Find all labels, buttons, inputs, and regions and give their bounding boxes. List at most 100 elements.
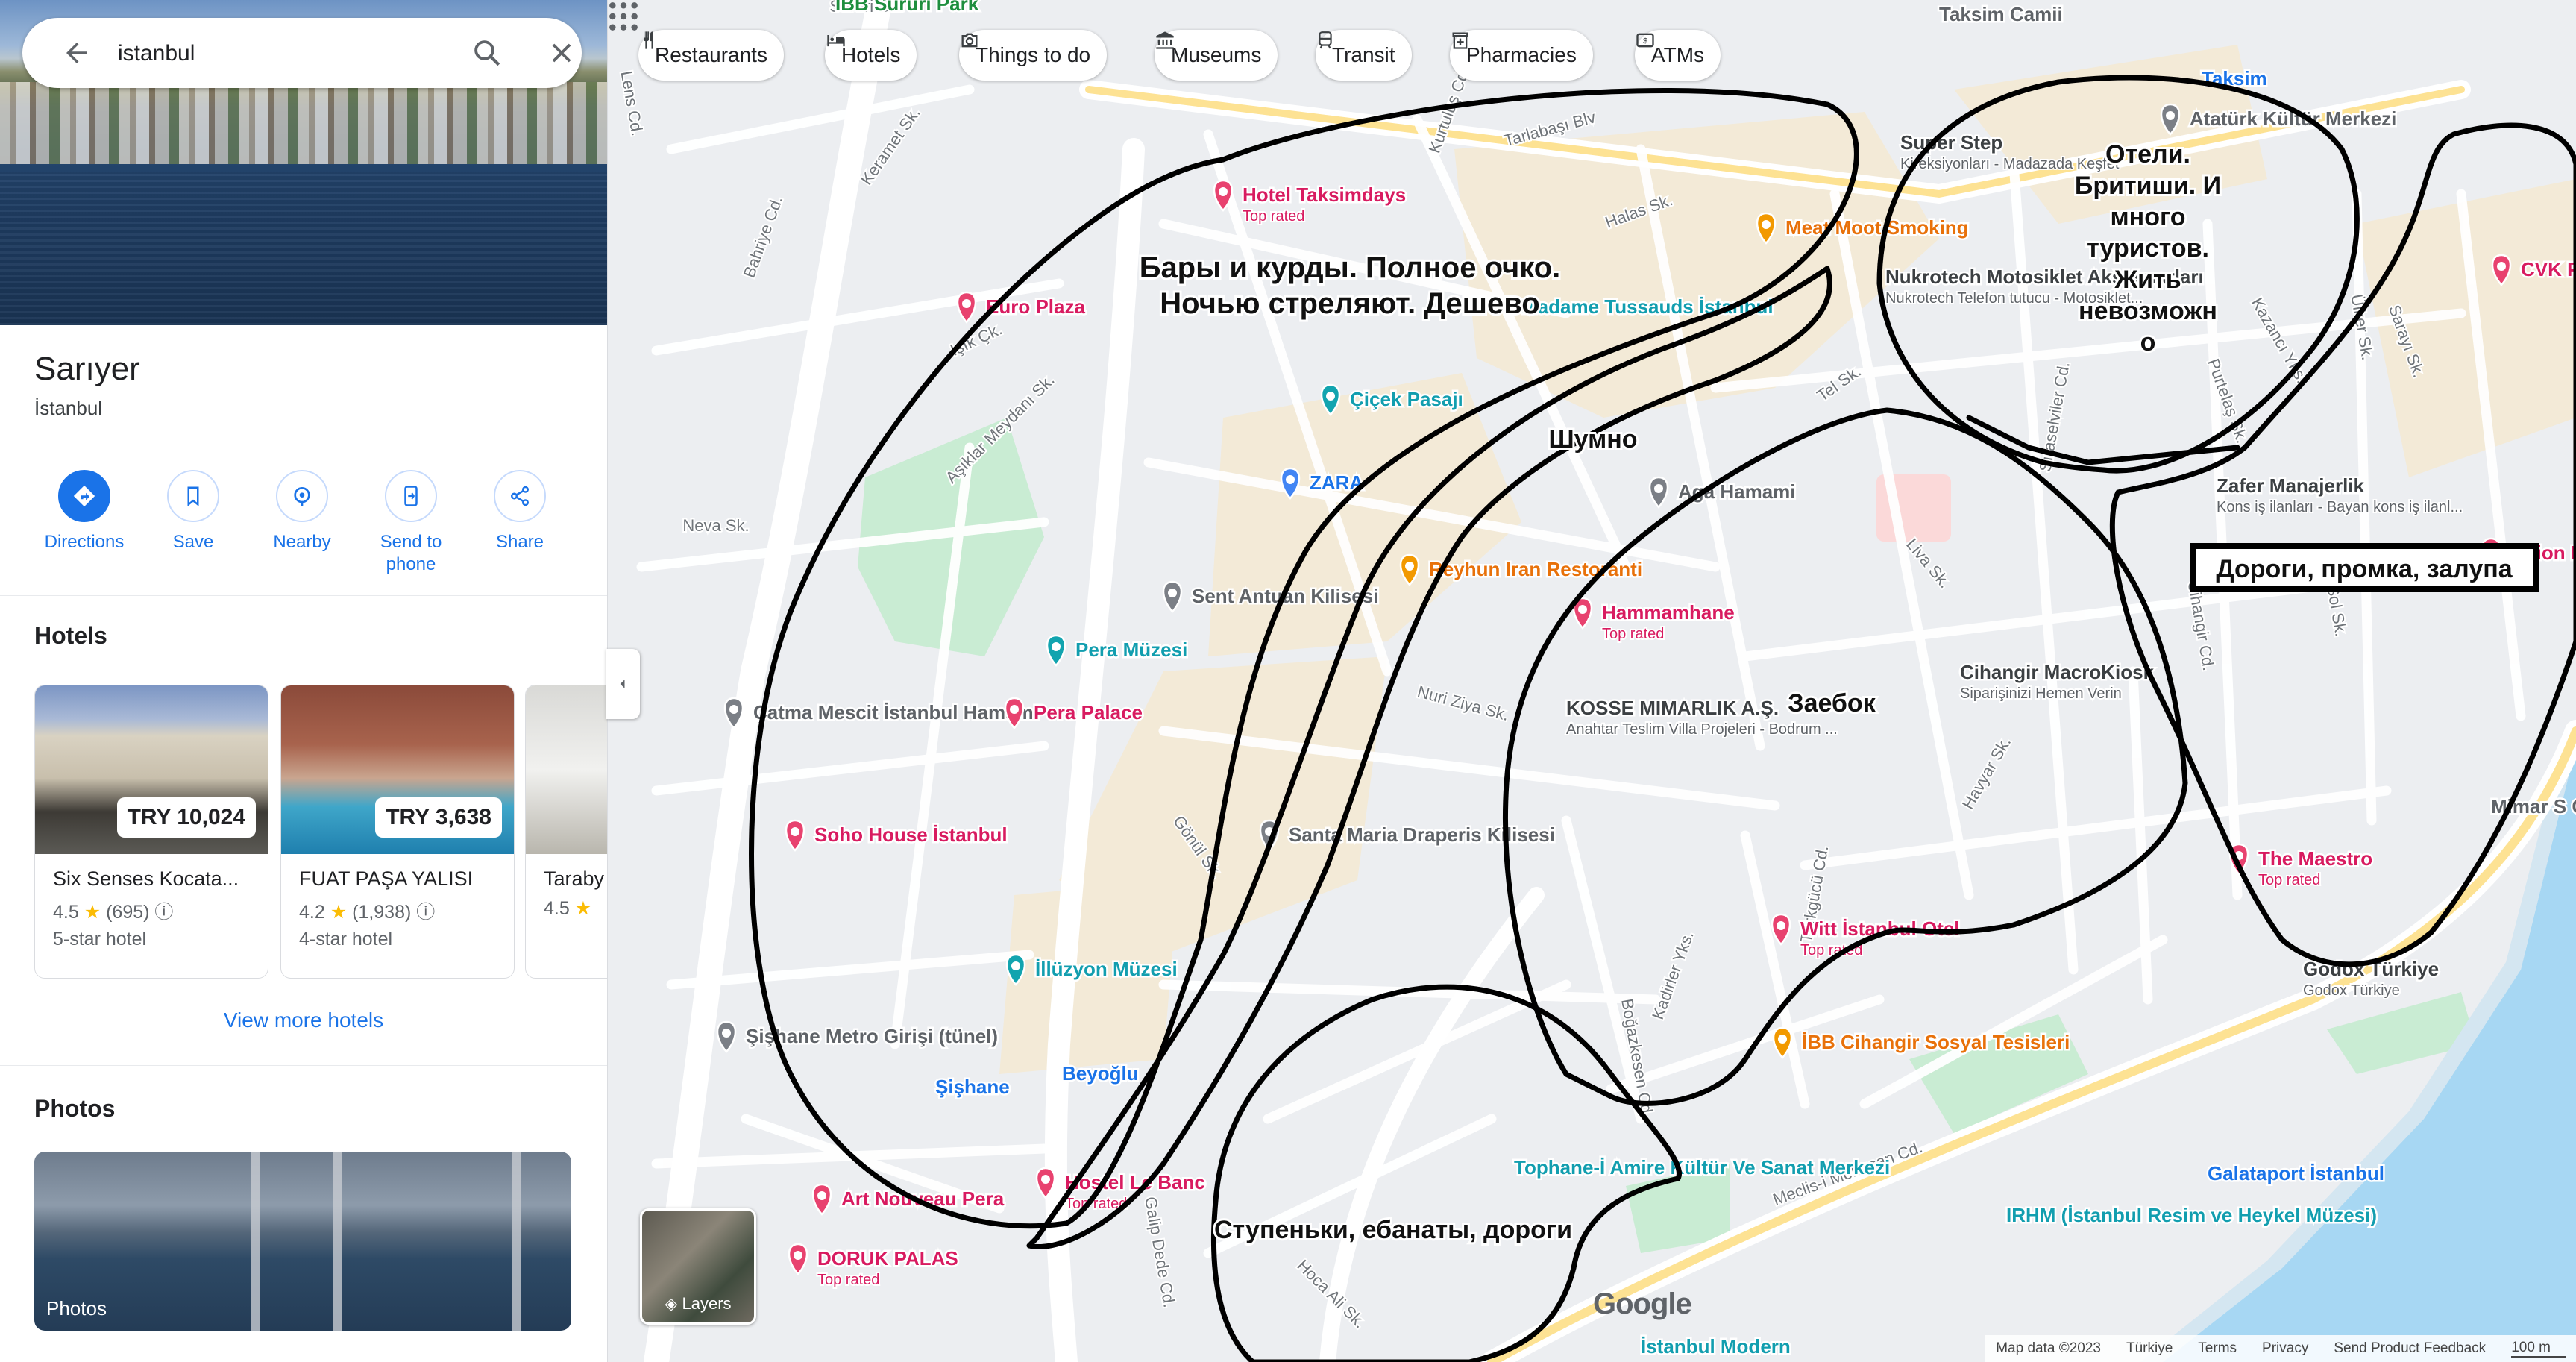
hotel-price: TRY 3,638 [375, 797, 502, 838]
directions-label: Directions [44, 532, 125, 552]
annotation-note: Ступеньки, ебанаты, дороги [1212, 1214, 1574, 1246]
phone-icon [404, 486, 418, 506]
poi-label: Hostel Le Banc [1065, 1171, 1205, 1193]
pin-dot [1654, 484, 1663, 493]
hotel-rating: 4.5 ★ (695) ⓘ [53, 897, 173, 924]
annotation-line: Дороги, промка, залупа [2216, 555, 2513, 583]
pin-dot [1326, 392, 1335, 401]
poi-marker[interactable]: Tophane-İ Amire Kültür Ve Sanat Merkezi [1512, 1155, 1892, 1181]
poi-label: Şişhane Metro Girişi (tünel) [746, 1025, 998, 1047]
annotation-line: о [2140, 328, 2156, 357]
annotation-note: Дороги, промка, залупа [2190, 543, 2539, 592]
info-icon[interactable]: ⓘ [154, 902, 173, 923]
photos-tile[interactable]: Photos [34, 1152, 571, 1331]
poi-label: İllüzyon Müzesi [1035, 958, 1178, 980]
view-more-hotels-link[interactable]: View more hotels [0, 1008, 607, 1032]
poi-label: Pera Palace [1034, 701, 1143, 724]
chip-museums[interactable]: Museums [1155, 30, 1278, 81]
annotation-line: Жить [2114, 266, 2181, 294]
chip-pharmacies[interactable]: Pharmacies [1450, 30, 1593, 81]
layers-button[interactable]: ◈ Layers [640, 1208, 756, 1325]
pin-dot [1219, 187, 1228, 196]
poi-label: İBB Cihangir Sosyal Tesisleri [1802, 1031, 2070, 1053]
feedback-link[interactable]: Send Product Feedback [2334, 1340, 2486, 1357]
hotel-class: 4-star hotel [299, 929, 393, 950]
poi-marker[interactable]: Şişhane [934, 1074, 1012, 1100]
nearby-button[interactable]: Nearby [248, 470, 356, 553]
hotel-name: FUAT PAŞA YALISI [299, 867, 474, 890]
poi-marker[interactable]: İBB Sururi Park [834, 0, 981, 17]
hotel-name: Six Senses Kocata... [53, 867, 239, 890]
hotel-icon [827, 35, 845, 47]
share-button[interactable]: Share [465, 470, 574, 553]
chip-transit[interactable]: Transit [1316, 30, 1412, 81]
hotels-heading: Hotels [34, 622, 107, 649]
poi-label: Art Nouveau Pera [841, 1187, 1005, 1210]
chip-label: Transit [1332, 43, 1395, 66]
review-count: (695) [106, 902, 150, 923]
poi-marker[interactable]: İstanbul Modern [1639, 1334, 1793, 1360]
scale-bar[interactable]: 100 m [2511, 1340, 2566, 1358]
poi-marker[interactable]: Galataport İstanbul [2206, 1161, 2387, 1187]
privacy-link[interactable]: Privacy [2262, 1340, 2308, 1357]
chip-label: ATMs [1651, 43, 1705, 66]
poi-label: Çatma Mescit İstanbul Hamam [753, 701, 1034, 724]
hotel-rating: 4.2 ★ (1,938) ⓘ [299, 897, 435, 924]
chip-label: Pharmacies [1466, 43, 1577, 66]
pin-dot [794, 1251, 802, 1260]
poi-label: Tophane-İ Amire Kültür Ve Sanat Merkezi [1514, 1156, 1890, 1179]
photos-tile-label: Photos [46, 1297, 107, 1319]
poi-marker[interactable]: Taksim Camii [1938, 1, 2065, 28]
terms-link[interactable]: Terms [2198, 1340, 2237, 1357]
annotation-line: Шумно [1548, 425, 1637, 454]
chip-label: Things to do [976, 43, 1091, 66]
search-input[interactable] [116, 33, 447, 75]
collapse-panel-button[interactable] [606, 649, 640, 719]
poi-sublabel: Top rated [2258, 872, 2320, 888]
pin-dot [817, 1191, 826, 1200]
poi-label: İBB Sururi Park [835, 0, 979, 15]
annotation-line: Заебок [1788, 689, 1876, 718]
poi-label: Cihangir MacroKiosk [1960, 661, 2155, 683]
poi-marker[interactable]: Beyoğlu [1061, 1061, 1141, 1087]
poi-sublabel: Kireksiyonları - Madazada Keşfet [1900, 156, 2120, 172]
region-link[interactable]: Türkiye [2126, 1340, 2173, 1357]
nearby-label: Nearby [273, 532, 331, 552]
hotel-price: TRY 10,024 [116, 797, 256, 838]
bridge-pillar [333, 1152, 342, 1331]
hotel-card[interactable]: TRY 3,638 FUAT PAŞA YALISI 4.2 ★ (1,938)… [280, 685, 515, 979]
apps-grid-icon[interactable] [607, 0, 640, 33]
map-svg[interactable]: Bahriye Cd.Keramet Sk.Işık Çk.Aşıklar Me… [607, 0, 2576, 1362]
pin-dot [2497, 262, 2506, 271]
poi-marker[interactable]: IRHM (İstanbul Resim ve Heykel Müzesi) [2005, 1202, 2379, 1228]
send-to-phone-button[interactable]: Send to phone [356, 470, 465, 576]
chip-restaurants[interactable]: Restaurants [638, 30, 784, 81]
hotel-card[interactable]: TRY 10,024 Six Senses Kocata... 4.5 ★ (6… [34, 685, 268, 979]
hotel-card[interactable]: Taraby 4.5 ★ [525, 685, 607, 979]
back-arrow-icon[interactable] [61, 37, 92, 69]
pin-dot [1041, 1175, 1050, 1184]
directions-button[interactable]: Directions [30, 470, 139, 553]
poi-sublabel: Kons iş ilanları - Bayan kons iş ilanl..… [2217, 499, 2463, 515]
save-label: Save [172, 532, 214, 552]
poi-label: KOSSE MIMARLIK A.Ş. [1566, 697, 1779, 719]
bridge-pillar [512, 1152, 521, 1331]
share-icon [511, 486, 529, 506]
chip-atms[interactable]: $ ATMs [1635, 30, 1721, 81]
pin-dot [1168, 589, 1177, 597]
chip-label: Museums [1171, 43, 1262, 66]
chip-hotels[interactable]: Hotels [825, 30, 917, 81]
close-icon[interactable] [547, 39, 576, 67]
poi-label: Çiçek Pasajı [1350, 388, 1463, 410]
map-canvas[interactable]: Bahriye Cd. Keramet Sk. Işık Çk. Aşıklar Me… [607, 0, 2576, 1362]
poi-label: İstanbul Modern [1641, 1335, 1791, 1358]
info-icon[interactable]: ⓘ [416, 902, 435, 923]
chip-label: Hotels [841, 43, 901, 66]
layers-text: Layers [682, 1294, 732, 1313]
hotel-name: Taraby [544, 867, 605, 890]
search-icon[interactable] [471, 37, 503, 69]
poi-label: Pera Müzesi [1075, 638, 1187, 661]
save-button[interactable]: Save [139, 470, 248, 553]
divider [0, 1065, 607, 1066]
chip-things-to-do[interactable]: Things to do [959, 30, 1108, 81]
